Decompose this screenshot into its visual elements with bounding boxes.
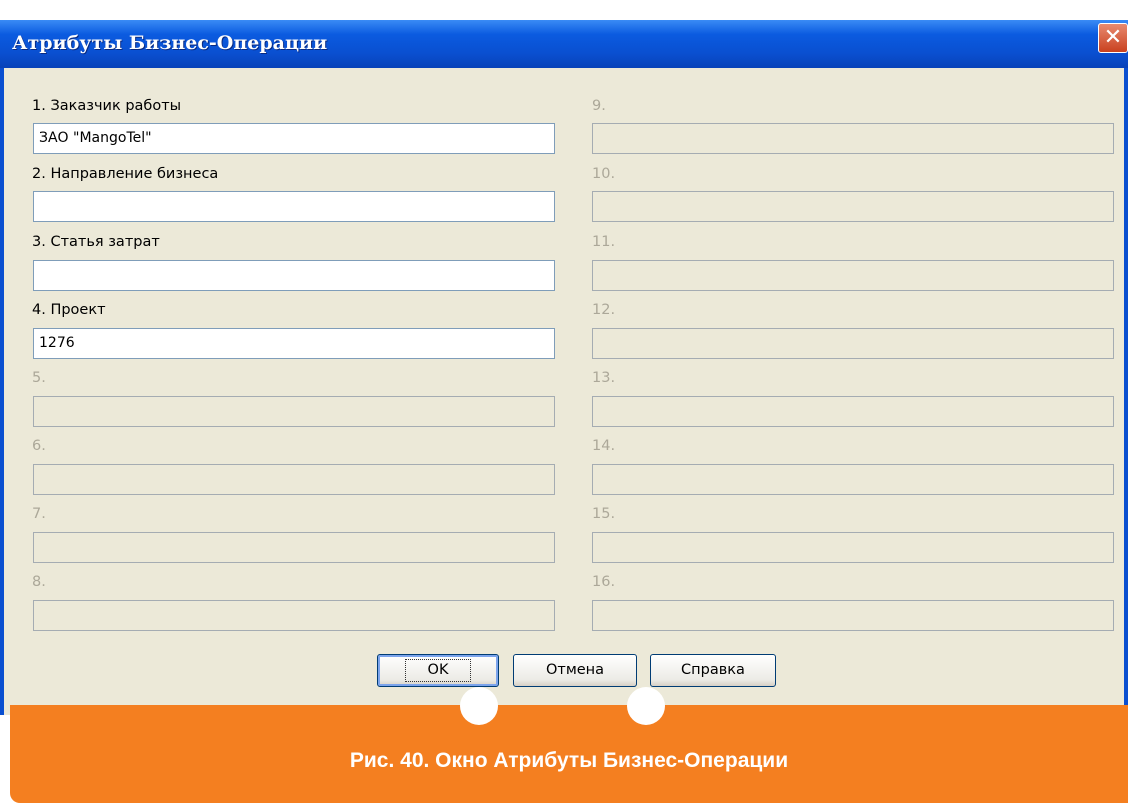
field-input-9 — [592, 123, 1114, 154]
field-input-15 — [592, 532, 1114, 563]
field-label-12: 12. — [592, 302, 616, 318]
field-label-16: 16. — [592, 574, 616, 590]
field-input-2[interactable] — [33, 191, 555, 222]
field-label-5: 5. — [32, 370, 46, 386]
field-label-13: 13. — [592, 370, 616, 386]
ok-button[interactable]: OK — [377, 654, 499, 687]
field-label-1: 1. Заказчик работы — [32, 98, 182, 114]
callout-marker-1 — [460, 687, 498, 725]
ok-button-label: OK — [404, 659, 472, 682]
field-label-2: 2. Направление бизнеса — [32, 166, 219, 182]
figure-caption: Рис. 40. Окно Атрибуты Бизнес-Операции — [349, 749, 789, 772]
field-label-7: 7. — [32, 506, 46, 522]
field-label-15: 15. — [592, 506, 616, 522]
field-label-11: 11. — [592, 234, 616, 250]
cancel-button[interactable]: Отмена — [513, 654, 637, 687]
document-text-fragment — [0, 0, 1128, 20]
field-input-1[interactable]: ЗАО "MangoTel" — [33, 123, 555, 154]
field-input-13 — [592, 396, 1114, 427]
field-input-5 — [33, 396, 555, 427]
field-label-9: 9. — [592, 98, 606, 114]
dialog-window: Атрибуты Бизнес-Операции ✕ 1. Заказчик р… — [0, 20, 1128, 715]
field-label-8: 8. — [32, 574, 46, 590]
field-input-8 — [33, 600, 555, 631]
field-label-3: 3. Статья затрат — [32, 234, 160, 250]
field-label-14: 14. — [592, 438, 616, 454]
field-input-16 — [592, 600, 1114, 631]
close-icon[interactable]: ✕ — [1098, 23, 1128, 53]
field-input-7 — [33, 532, 555, 563]
field-input-14 — [592, 464, 1114, 495]
field-label-4: 4. Проект — [32, 302, 106, 318]
field-input-10 — [592, 191, 1114, 222]
figure-caption-banner: Рис. 40. Окно Атрибуты Бизнес-Операции — [10, 687, 1128, 803]
field-label-6: 6. — [32, 438, 46, 454]
dialog-title: Атрибуты Бизнес-Операции — [12, 32, 328, 54]
callout-marker-2 — [627, 687, 665, 725]
help-button[interactable]: Справка — [650, 654, 776, 687]
field-input-6 — [33, 464, 555, 495]
field-input-12 — [592, 328, 1114, 359]
title-bar[interactable]: Атрибуты Бизнес-Операции ✕ — [0, 20, 1128, 68]
field-label-10: 10. — [592, 166, 616, 182]
field-input-3[interactable] — [33, 260, 555, 291]
field-input-4[interactable]: 1276 — [33, 328, 555, 359]
field-input-11 — [592, 260, 1114, 291]
